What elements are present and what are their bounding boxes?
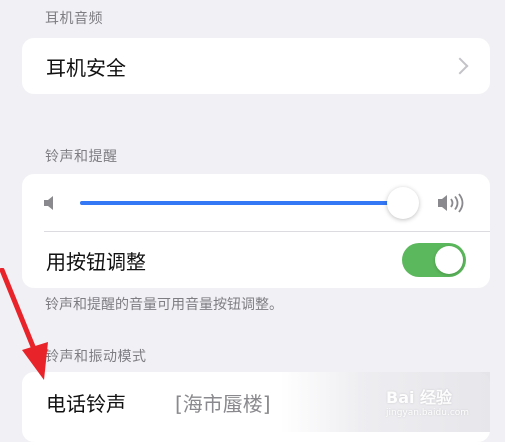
toggle-knob	[435, 246, 463, 274]
baidu-watermark: Bai 经验 jingyan.baidu.com	[386, 384, 490, 424]
headphone-safety-row[interactable]: 耳机安全	[22, 38, 490, 94]
red-arrow-annotation	[0, 268, 48, 380]
speaker-low-icon	[44, 196, 53, 210]
ringer-volume-slider[interactable]	[80, 187, 419, 219]
ringer-volume-row	[22, 174, 490, 232]
change-with-buttons-toggle[interactable]	[402, 243, 466, 277]
watermark-subtext: jingyan.baidu.com	[386, 408, 470, 418]
change-with-buttons-label: 用按钮调整	[46, 249, 146, 274]
ringer-footnote: 铃声和提醒的音量可用音量按钮调整。	[45, 297, 283, 313]
ringtone-value: [海市蜃楼]	[175, 392, 271, 416]
slider-fill	[80, 201, 403, 205]
headphone-card: 耳机安全	[22, 38, 490, 94]
ringtone-label: 电话铃声	[46, 391, 126, 416]
slider-thumb[interactable]	[386, 187, 419, 219]
speaker-high-icon	[438, 193, 464, 213]
section-header-sound-haptic: 铃声和振动模式	[45, 349, 147, 365]
watermark-text: Bai 经验	[386, 388, 453, 407]
headphone-safety-label: 耳机安全	[46, 55, 126, 80]
change-with-buttons-row: 用按钮调整	[22, 232, 490, 288]
section-header-ringer-alerts: 铃声和提醒	[45, 149, 118, 165]
chevron-right-icon	[451, 57, 469, 75]
section-header-headphone-audio: 耳机音频	[45, 11, 103, 27]
ringer-card: 用按钮调整	[22, 174, 490, 288]
